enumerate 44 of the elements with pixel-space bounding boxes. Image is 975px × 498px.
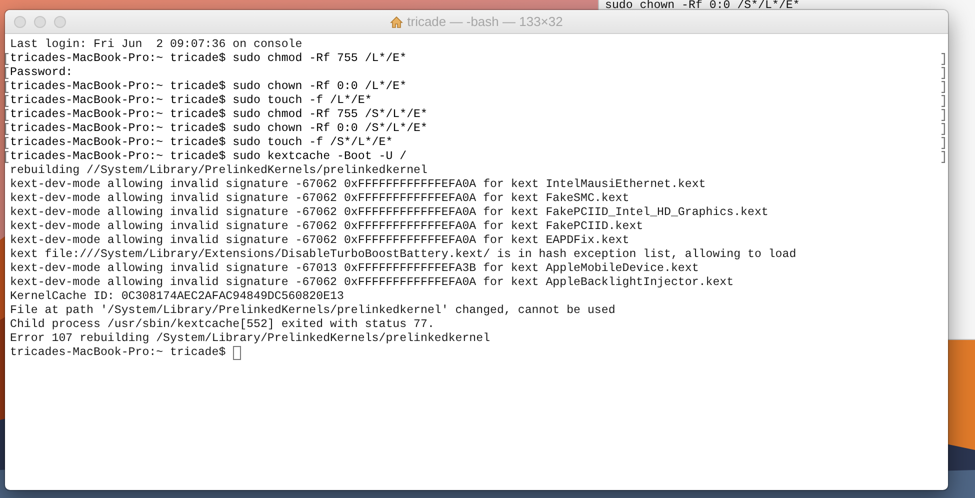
terminal-line: tricades-MacBook-Pro:~ tricade$ sudo touch -f /S*/L*/E* (10, 136, 393, 150)
line-mark-icon (941, 151, 945, 163)
line-mark-icon (5, 67, 9, 79)
terminal-line: tricades-MacBook-Pro:~ tricade$ sudo touch -f /L*/E* (10, 94, 372, 108)
terminal-line: Error 107 rebuilding /System/Library/PrelinkedKernels/prelinkedkernel (10, 332, 490, 346)
terminal-line: kext file:///System/Library/Extensions/DisableTurboBoostBattery.kext/ is in hash exception list, allowing to load (10, 248, 796, 262)
terminal-line: KernelCache ID: 0C308174AEC2AFAC94849DC560820E13 (10, 290, 344, 304)
line-mark-icon (5, 81, 9, 93)
line-mark-icon (941, 67, 945, 79)
zoom-button[interactable] (54, 16, 66, 28)
terminal-line: kext-dev-mode allowing invalid signature -67013 0xFFFFFFFFFFFFEFA3B for kext AppleMobileDevice.kext (10, 262, 699, 276)
terminal-line: kext-dev-mode allowing invalid signature -67062 0xFFFFFFFFFFFFEFA0A for kext FakeSMC.kext (10, 192, 630, 206)
terminal-line: tricades-MacBook-Pro:~ tricade$ sudo chmod -Rf 755 /S*/L*/E* (10, 108, 428, 122)
line-mark-icon (941, 109, 945, 121)
terminal-line: tricades-MacBook-Pro:~ tricade$ sudo chown -Rf 0:0 /L*/E* (10, 80, 407, 94)
terminal-line: tricades-MacBook-Pro:~ tricade$ (10, 346, 226, 360)
terminal-line: File at path '/System/Library/PrelinkedKernels/prelinkedkernel' changed, cannot be used (10, 304, 616, 318)
close-button[interactable] (14, 16, 26, 28)
line-mark-icon (941, 81, 945, 93)
line-mark-icon (5, 123, 9, 135)
window-title: tricade — -bash — 133×32 (407, 14, 563, 29)
terminal-line: kext-dev-mode allowing invalid signature -67062 0xFFFFFFFFFFFFEFA0A for kext IntelMausiEthernet.kext (10, 178, 706, 192)
line-mark-icon (941, 137, 945, 149)
line-mark-icon (5, 53, 9, 65)
line-mark-icon (941, 123, 945, 135)
terminal-line: tricades-MacBook-Pro:~ tricade$ sudo kextcache -Boot -U / (10, 150, 407, 164)
terminal-line: kext-dev-mode allowing invalid signature -67062 0xFFFFFFFFFFFFEFA0A for kext EAPDFix.kext (10, 234, 630, 248)
line-mark-icon (941, 95, 945, 107)
terminal-line: Password: (10, 66, 73, 80)
terminal-line: kext-dev-mode allowing invalid signature -67062 0xFFFFFFFFFFFFEFA0A for kext AppleBacklightInjector.kext (10, 276, 734, 290)
house-icon (390, 16, 404, 28)
terminal-line: tricades-MacBook-Pro:~ tricade$ sudo chmod -Rf 755 /L*/E* (10, 52, 407, 66)
terminal-line: kext-dev-mode allowing invalid signature -67062 0xFFFFFFFFFFFFEFA0A for kext FakePCIID.kext (10, 220, 644, 234)
line-mark-icon (5, 95, 9, 107)
line-mark-icon (5, 109, 9, 121)
minimize-button[interactable] (34, 16, 46, 28)
terminal-line: rebuilding //System/Library/PrelinkedKernels/prelinkedkernel (10, 164, 428, 178)
terminal-line: Last login: Fri Jun 2 09:07:36 on console (10, 38, 302, 52)
terminal-line: tricades-MacBook-Pro:~ tricade$ sudo chown -Rf 0:0 /S*/L*/E* (10, 122, 428, 136)
line-mark-icon (941, 53, 945, 65)
line-mark-icon (5, 151, 9, 163)
line-mark-icon (5, 137, 9, 149)
terminal-line: Child process /usr/sbin/kextcache[552] exited with status 77. (10, 318, 434, 332)
terminal-line: kext-dev-mode allowing invalid signature -67062 0xFFFFFFFFFFFFEFA0A for kext FakePCIID_Intel_HD_Graphics.kext (10, 206, 768, 220)
